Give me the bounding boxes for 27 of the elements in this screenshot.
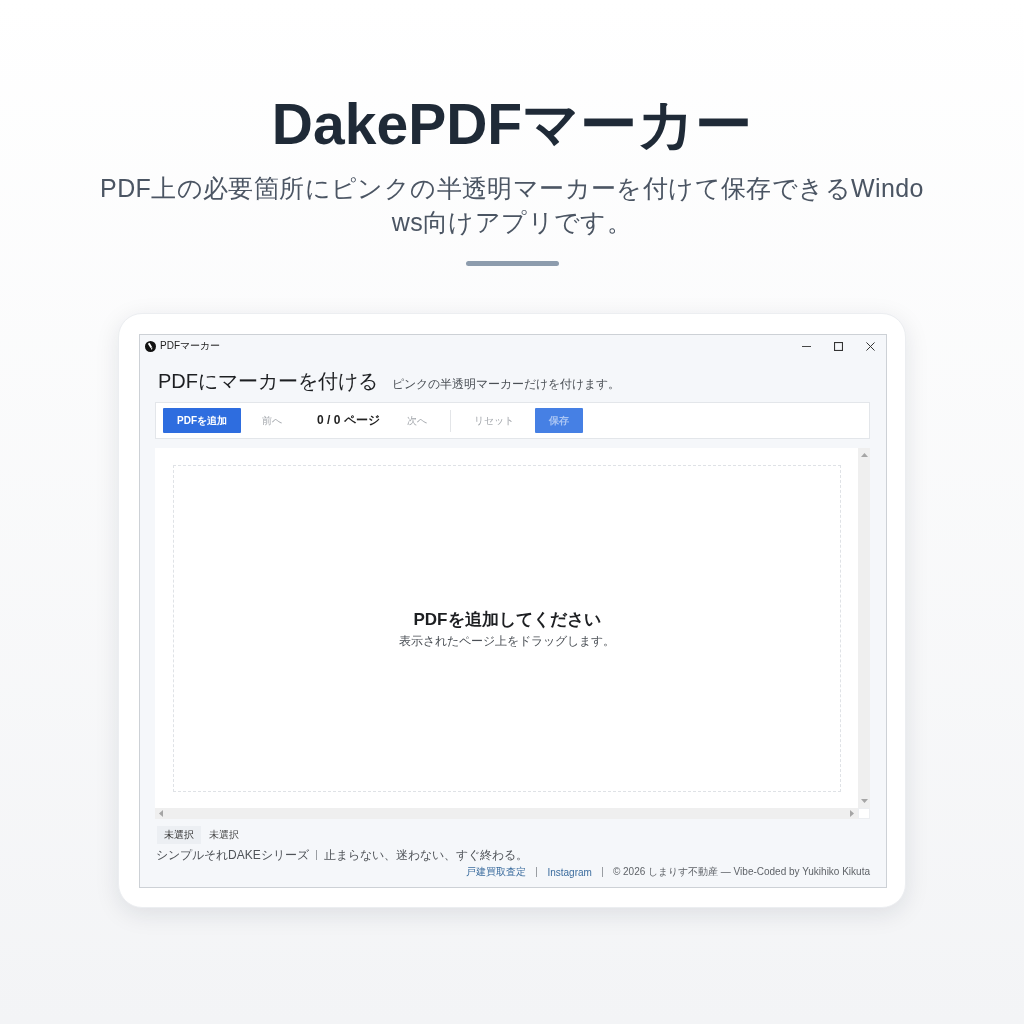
status-badge: 未選択	[157, 826, 201, 844]
empty-state-hint: 表示されたページ上をドラッグします。	[399, 633, 615, 649]
status-text: 未選択	[209, 828, 239, 842]
series-name: シンプルそれDAKEシリーズ	[156, 846, 309, 864]
footer-link[interactable]: 戸建買取査定	[466, 865, 527, 879]
minimize-icon	[801, 345, 811, 347]
vertical-scrollbar[interactable]	[858, 448, 870, 808]
app-subheading: ピンクの半透明マーカーだけを付けます。	[392, 376, 620, 393]
app-heading: PDFにマーカーを付ける	[158, 369, 378, 393]
page-counter: 0 / 0 ページ	[316, 412, 381, 429]
window-title: PDFマーカー	[160, 339, 220, 353]
primary-button[interactable]: PDFを追加	[163, 408, 241, 433]
up-arrow-icon[interactable]	[860, 453, 868, 457]
horizontal-scrollbar[interactable]	[155, 808, 858, 819]
page-description: PDF上の必要箇所にピンクの半透明マーカーを付けて保存できるWindows向けアプリです。	[99, 173, 925, 238]
footer-link[interactable]: Instagram	[547, 866, 592, 878]
right-arrow-icon[interactable]	[850, 810, 854, 817]
empty-state-title: PDFを追加してください	[413, 608, 601, 631]
down-arrow-icon[interactable]	[860, 799, 868, 803]
copyright: © 2026 しまりす不動産 — Vibe-Coded by Yukihiko Kikuta	[612, 865, 870, 879]
tagline: 止まらない、迷わない、すぐ終わる。	[323, 846, 528, 864]
close-icon	[865, 341, 875, 351]
drop-zone[interactable]: PDFを追加してください 表示されたページ上をドラッグします。	[173, 465, 841, 792]
page-title: DakePDFマーカー	[271, 91, 753, 158]
maximize-icon	[833, 341, 843, 351]
pen-icon	[145, 340, 156, 352]
left-arrow-icon[interactable]	[159, 810, 163, 817]
